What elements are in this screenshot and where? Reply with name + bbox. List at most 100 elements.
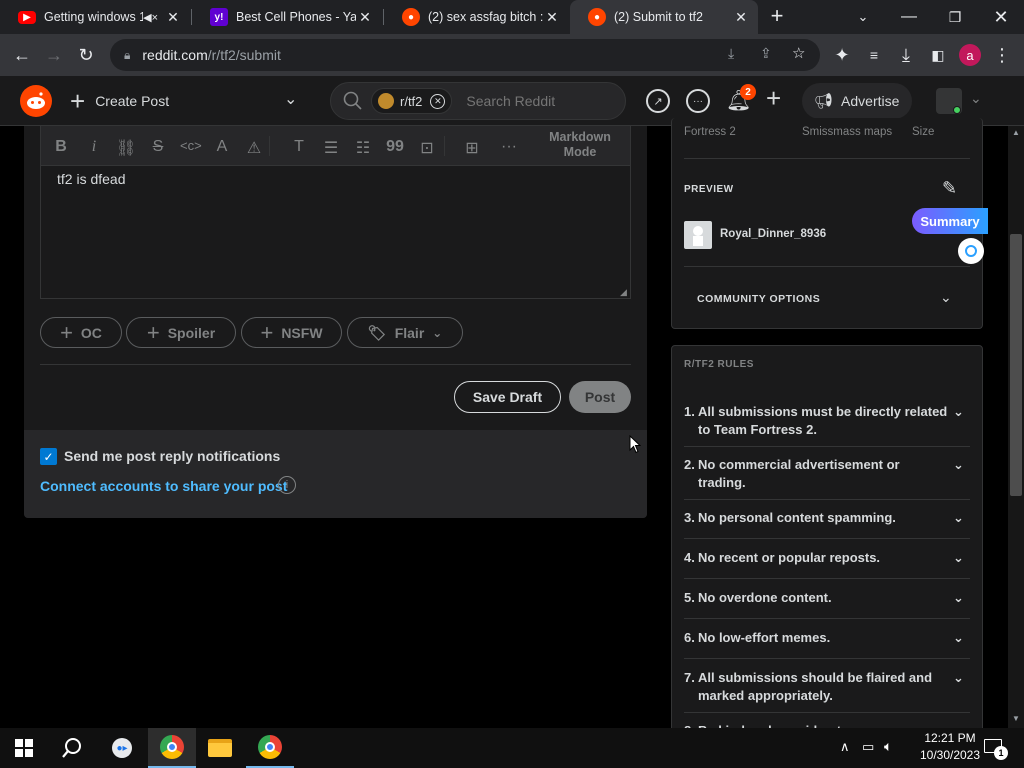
edit-pencil-icon[interactable]: ✎ xyxy=(942,178,957,199)
browser-tab-reddit-1[interactable]: ● (2) sex assfag bitch : A ✕ xyxy=(384,0,569,34)
extension-search-icon[interactable] xyxy=(958,238,984,264)
speaker-muted-icon[interactable]: ◀× xyxy=(143,11,158,24)
save-draft-button[interactable]: Save Draft xyxy=(454,381,561,413)
nsfw-tag-button[interactable]: + NSFW xyxy=(241,317,342,348)
divider xyxy=(684,712,970,713)
resize-handle-icon[interactable]: ◢ xyxy=(620,287,627,298)
bookmark-star-icon[interactable]: ☆ xyxy=(792,44,805,62)
browser-tab-reddit-active[interactable]: ● (2) Submit to tf2 ✕ xyxy=(570,0,758,34)
popular-arrow-icon[interactable]: ↗ xyxy=(646,89,670,113)
file-explorer-icon[interactable] xyxy=(196,728,244,768)
search-input[interactable] xyxy=(466,93,587,109)
oc-tag-button[interactable]: + OC xyxy=(40,317,122,348)
italic-icon[interactable]: i xyxy=(84,138,104,156)
profile-avatar[interactable]: a xyxy=(956,41,984,69)
quote-icon[interactable]: 99 xyxy=(385,138,405,156)
code-block-icon[interactable]: ⊡ xyxy=(417,138,437,158)
address-bar[interactable]: 🔒︎ reddit.com/r/tf2/submit ⤓ ⇪ ☆ xyxy=(110,39,820,71)
extensions-puzzle-icon[interactable]: ✦ xyxy=(828,41,856,69)
chevron-down-icon[interactable]: ⌄ xyxy=(940,289,952,306)
connect-accounts-link[interactable]: Connect accounts to share your post xyxy=(40,478,287,494)
page-scrollbar-thumb[interactable] xyxy=(1010,234,1022,496)
browser-tab-strip: ▶ Getting windows 1 ◀× ✕ y! Best Cell Ph… xyxy=(0,0,1024,34)
action-center-icon[interactable]: 1 xyxy=(982,736,1008,760)
summary-extension-badge[interactable]: Summary xyxy=(912,208,988,234)
link-icon[interactable]: ⛓︎ xyxy=(116,138,136,158)
browser-tab-youtube[interactable]: ▶ Getting windows 1 ◀× ✕ xyxy=(0,0,190,34)
close-tab-icon[interactable]: ✕ xyxy=(164,9,182,26)
close-tab-icon[interactable]: ✕ xyxy=(356,9,374,26)
toolbar-divider xyxy=(269,136,270,156)
downloads-icon[interactable]: ⤓ xyxy=(892,41,920,69)
chevron-down-icon: ⌄ xyxy=(953,404,964,419)
install-app-icon[interactable]: ⤓ xyxy=(728,45,734,62)
browser-menu-icon[interactable]: ⋮ xyxy=(988,41,1016,69)
scroll-up-arrow-icon[interactable]: ▲ xyxy=(1012,128,1020,137)
strikethrough-icon[interactable]: S xyxy=(148,138,168,156)
flair-label: Flair xyxy=(394,324,425,341)
bulleted-list-icon[interactable]: ☰ xyxy=(321,138,341,158)
meet-app-icon[interactable]: ●▸ xyxy=(98,728,146,768)
restore-icon[interactable]: ❐ xyxy=(932,0,978,34)
share-icon[interactable]: ⇪ xyxy=(760,45,772,62)
more-options-icon[interactable]: ··· xyxy=(499,138,519,156)
forward-icon[interactable]: → xyxy=(40,41,68,69)
browser-tab-yahoo[interactable]: y! Best Cell Phones - Yah ✕ xyxy=(192,0,382,34)
table-icon[interactable]: ⊞ xyxy=(462,138,482,158)
advertise-button[interactable]: 📢︎ Advertise xyxy=(802,83,912,119)
close-tab-icon[interactable]: ✕ xyxy=(732,9,750,26)
spoiler-label: Spoiler xyxy=(167,324,216,341)
toolbar-divider xyxy=(444,136,445,156)
network-icon[interactable]: ▭ xyxy=(862,739,874,755)
clear-chip-icon[interactable]: ✕ xyxy=(430,93,446,109)
chevron-down-icon[interactable]: ⌄ xyxy=(284,89,297,109)
info-icon[interactable]: i xyxy=(278,476,296,494)
user-avatar[interactable] xyxy=(936,88,962,114)
reply-notifications-checkbox[interactable]: ✓ xyxy=(40,448,57,465)
side-panel-icon[interactable]: ◧ xyxy=(924,41,952,69)
scroll-down-arrow-icon[interactable]: ▼ xyxy=(1012,714,1020,723)
minimize-icon[interactable]: — xyxy=(886,0,932,34)
superscript-icon[interactable]: A xyxy=(212,138,232,156)
chrome-taskbar-icon[interactable] xyxy=(148,728,196,768)
spoiler-tag-button[interactable]: + Spoiler xyxy=(126,317,236,348)
create-post-dropdown[interactable]: + Create Post xyxy=(70,88,169,114)
url-path: /r/tf2/submit xyxy=(207,47,281,63)
tab-search-icon[interactable]: ⌄ xyxy=(840,0,886,34)
reload-icon[interactable]: ↻ xyxy=(72,41,100,69)
flair-tag-button[interactable]: 🏷︎ Flair ⌄ xyxy=(347,317,463,348)
divider xyxy=(684,266,970,267)
editor-toolbar: B i ⛓︎ S <c> A ⚠︎ T ☰ ☷ 99 ⊡ ⊞ ··· Markd… xyxy=(40,126,631,166)
clock-time[interactable]: 12:21 PM xyxy=(920,731,980,745)
preview-heading: PREVIEW xyxy=(684,184,734,195)
back-icon[interactable]: ← xyxy=(8,41,36,69)
chat-icon[interactable]: ··· xyxy=(686,89,710,113)
media-control-icon[interactable]: ≡ xyxy=(860,41,888,69)
windows-start-icon[interactable] xyxy=(0,728,48,768)
search-icon[interactable] xyxy=(48,728,96,768)
new-tab-icon[interactable]: + xyxy=(766,5,788,27)
heading-icon[interactable]: T xyxy=(289,138,309,156)
yahoo-icon: y! xyxy=(210,8,228,26)
numbered-list-icon[interactable]: ☷ xyxy=(353,138,373,158)
close-window-icon[interactable]: ✕ xyxy=(978,0,1024,34)
community-options-heading[interactable]: COMMUNITY OPTIONS xyxy=(697,293,820,305)
volume-muted-icon[interactable]: 🔈︎ xyxy=(884,738,892,755)
markdown-mode-toggle[interactable]: Markdown Mode xyxy=(537,130,623,160)
spoiler-icon[interactable]: ⚠︎ xyxy=(244,138,264,158)
post-body-editor[interactable]: tf2 is dfead ◢ xyxy=(40,166,631,299)
close-tab-icon[interactable]: ✕ xyxy=(543,9,561,26)
plus-icon: + xyxy=(146,319,160,345)
reddit-logo-icon[interactable] xyxy=(20,85,52,117)
user-menu-chevron-icon[interactable]: ⌄ xyxy=(970,90,982,107)
create-plus-icon[interactable]: + xyxy=(766,85,781,111)
search-bar[interactable]: r/tf2 ✕ xyxy=(330,82,626,120)
inline-code-icon[interactable]: <c> xyxy=(180,138,202,153)
show-hidden-icons-chevron-icon[interactable]: ∧ xyxy=(840,739,850,755)
clock-date[interactable]: 10/30/2023 xyxy=(917,748,983,762)
chrome-profile-taskbar-icon[interactable] xyxy=(246,728,294,768)
search-community-chip[interactable]: r/tf2 ✕ xyxy=(371,88,453,114)
tag-icon: 🏷︎ xyxy=(367,324,387,342)
bold-icon[interactable]: B xyxy=(51,138,71,156)
post-submit-button[interactable]: Post xyxy=(569,381,631,413)
